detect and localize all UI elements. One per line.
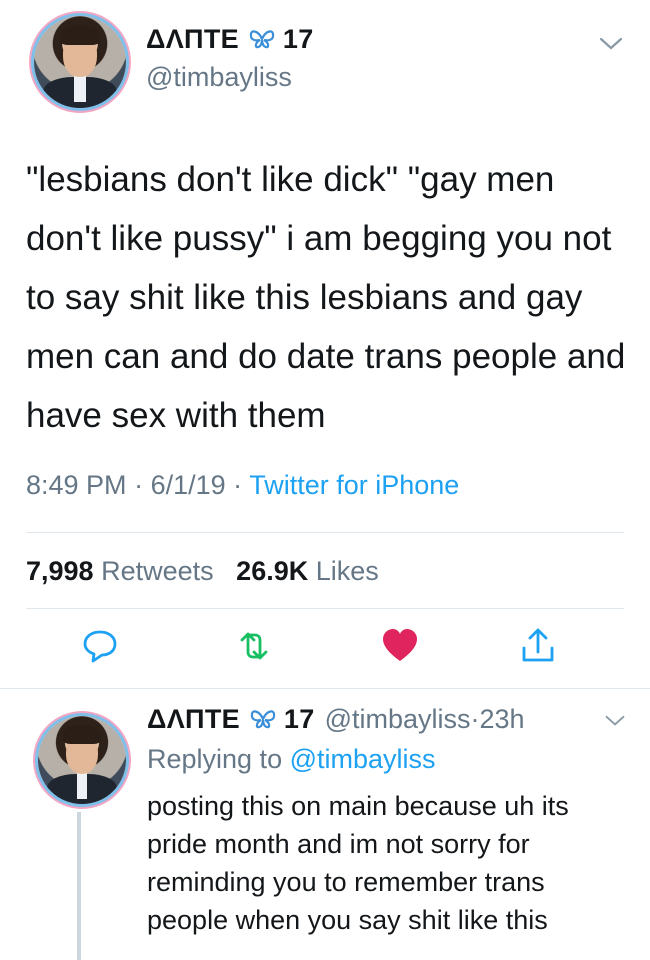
replying-prefix: Replying to — [147, 744, 283, 774]
name-suffix: 17 — [282, 24, 314, 54]
reply-name-suffix: 17 — [283, 704, 315, 734]
tweet-source[interactable]: Twitter for iPhone — [249, 470, 459, 500]
tweet-meta: 8:49 PM · 6/1/19 · Twitter for iPhone — [26, 470, 459, 501]
main-tweet: ΔΛΠΤΕ 17 @timbayliss "lesbians don't lik… — [0, 0, 650, 690]
reply-display-name[interactable]: ΔΛΠΤΕ — [147, 704, 240, 735]
chevron-down-icon[interactable] — [598, 36, 624, 52]
divider — [26, 608, 624, 609]
replying-handle[interactable]: @timbayliss — [290, 744, 436, 774]
reply-icon[interactable] — [80, 626, 120, 666]
retweets-stat[interactable]: 7,998 Retweets — [26, 556, 214, 586]
meta-separator: · — [134, 470, 151, 500]
replying-to: Replying to @timbayliss — [147, 744, 436, 775]
butterfly-icon — [249, 29, 275, 48]
likes-label: Likes — [315, 556, 379, 586]
avatar[interactable] — [34, 16, 126, 108]
share-icon[interactable] — [518, 626, 558, 666]
tweet-stats: 7,998 Retweets 26.9K Likes — [26, 556, 379, 587]
meta-separator: · — [233, 470, 250, 500]
tweet-separator — [0, 688, 650, 689]
heart-icon[interactable] — [380, 626, 420, 666]
handle-row: @timbayliss — [146, 62, 292, 93]
reply-handle[interactable]: @timbayliss — [325, 704, 471, 735]
reply-avatar[interactable] — [38, 716, 126, 804]
retweet-icon[interactable] — [234, 626, 274, 666]
retweets-count: 7,998 — [26, 556, 94, 586]
display-name[interactable]: ΔΛΠΤΕ — [146, 24, 239, 55]
tweet-text: "lesbians don't like dick" "gay men don'… — [26, 160, 626, 435]
likes-stat[interactable]: 26.9K Likes — [236, 556, 379, 586]
likes-count: 26.9K — [236, 556, 309, 586]
author-name-row[interactable]: ΔΛΠΤΕ 17 — [146, 24, 314, 55]
reply-separator: · — [470, 704, 480, 734]
chevron-down-icon[interactable] — [604, 714, 626, 728]
reply-header: ΔΛΠΤΕ 17 @timbayliss · 23h — [147, 704, 525, 735]
reply-age[interactable]: 23h — [480, 704, 525, 735]
reply-text: posting this on main because uh its prid… — [147, 791, 569, 935]
thread-line — [77, 812, 81, 960]
butterfly-icon — [250, 709, 276, 728]
divider — [26, 532, 624, 533]
handle[interactable]: @timbayliss — [146, 62, 292, 93]
tweet-date[interactable]: 6/1/19 — [151, 470, 226, 500]
retweets-label: Retweets — [101, 556, 214, 586]
tweet-time[interactable]: 8:49 PM — [26, 470, 127, 500]
